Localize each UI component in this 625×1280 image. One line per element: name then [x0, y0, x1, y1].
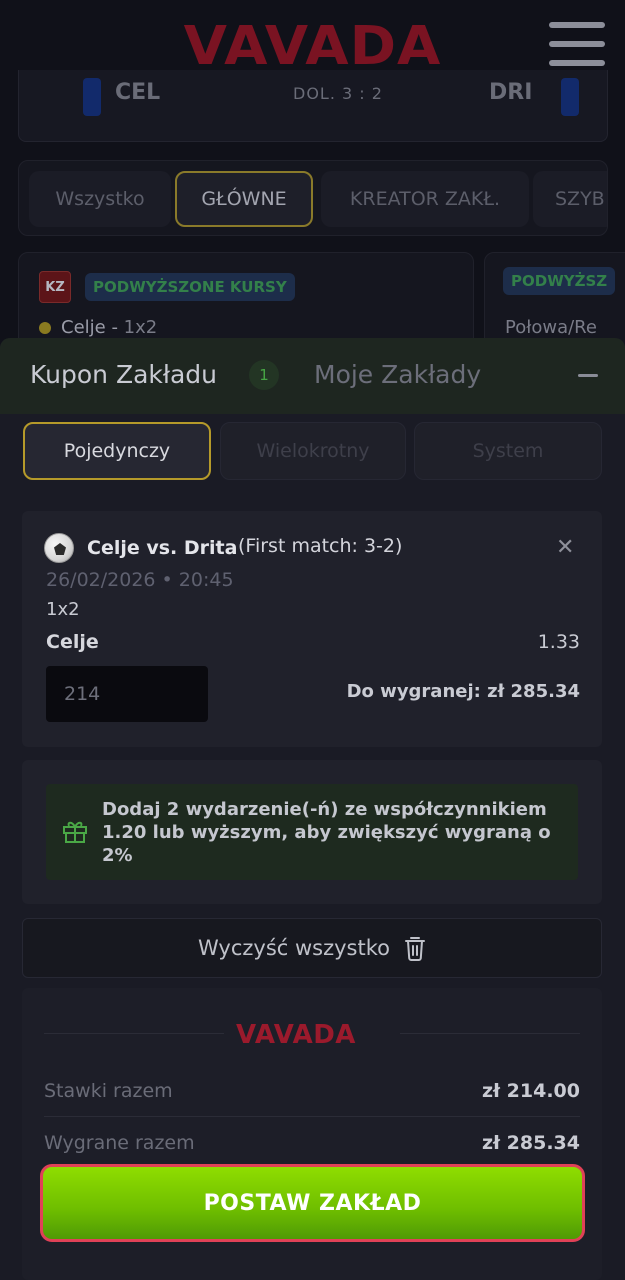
menu-bar	[549, 60, 605, 66]
promo-selection: Połowa/Re	[505, 317, 597, 338]
boosted-odds-tag: PODWYŻSZONE KURSY	[85, 273, 295, 301]
bet-count-badge: 1	[249, 360, 279, 390]
total-stakes-value: zł 214.00	[481, 1080, 580, 1102]
market-filter-bar: Wszystko GŁÓWNE KREATOR ZAKŁ. SZYB	[18, 160, 608, 236]
summary-brand-logo: VAVADA	[236, 1020, 356, 1050]
first-match-note: (First match: 3-2)	[238, 535, 403, 557]
potential-winnings: Do wygranej: zł 285.34	[346, 681, 580, 702]
stake-input[interactable]	[46, 666, 208, 722]
match-score: DOL. 3 : 2	[293, 84, 383, 103]
mode-multiple-button[interactable]: Wielokrotny	[220, 422, 406, 480]
close-icon[interactable]: ✕	[556, 535, 574, 560]
bet-selection: Celje	[46, 631, 99, 653]
place-bet-button[interactable]: POSTAW ZAKŁAD	[40, 1164, 585, 1242]
kz-badge: KZ	[39, 271, 71, 303]
clear-all-label: Wyczyść wszystko	[198, 936, 390, 960]
bonus-message: Dodaj 2 wydarzenie(-ń) ze współczynnikie…	[102, 799, 551, 866]
menu-bar	[549, 22, 605, 28]
promo-card[interactable]: PODWYŻSZ Połowa/Re	[484, 252, 625, 352]
bet-selection-card: Celje vs. Drita (First match: 3-2) ✕ 26/…	[22, 511, 602, 747]
filter-tab-main[interactable]: GŁÓWNE	[175, 171, 313, 227]
bonus-section: Dodaj 2 wydarzenie(-ń) ze współczynnikie…	[22, 760, 602, 904]
bet-slip-header[interactable]: Kupon Zakładu 1 Moje Zakłady	[0, 338, 625, 414]
bet-slip-panel: Kupon Zakładu 1 Moje Zakłady Pojedynczy …	[0, 338, 625, 1280]
total-winnings-label: Wygrane razem	[44, 1132, 195, 1154]
bet-market: 1x2	[46, 599, 80, 620]
mode-single-button[interactable]: Pojedynczy	[23, 422, 211, 480]
divider	[44, 1033, 224, 1034]
soccer-ball-icon	[44, 533, 74, 563]
trash-icon	[404, 937, 425, 961]
home-team-code: CEL	[115, 80, 161, 105]
mode-system-button[interactable]: System	[414, 422, 602, 480]
total-winnings-value: zł 285.34	[481, 1132, 580, 1154]
bet-datetime: 26/02/2026 • 20:45	[46, 569, 234, 591]
minimize-icon[interactable]	[578, 374, 598, 377]
filter-tab-all[interactable]: Wszystko	[29, 171, 171, 227]
bet-odds: 1.33	[537, 631, 580, 653]
status-dot-icon	[39, 322, 51, 334]
promo-card[interactable]: KZ PODWYŻSZONE KURSY Celje - 1x2	[18, 252, 474, 352]
tab-bet-slip[interactable]: Kupon Zakładu	[30, 360, 217, 389]
tab-my-bets[interactable]: Moje Zakłady	[314, 360, 481, 389]
boosted-odds-tag: PODWYŻSZ	[503, 267, 616, 295]
total-stakes-label: Stawki razem	[44, 1080, 173, 1102]
menu-bar	[549, 41, 605, 47]
promo-team: Celje -	[61, 317, 124, 338]
bonus-info-box: Dodaj 2 wydarzenie(-ń) ze współczynnikie…	[46, 784, 578, 880]
away-jersey-icon	[561, 78, 579, 116]
clear-all-button[interactable]: Wyczyść wszystko	[22, 918, 602, 978]
filter-tab-bet-builder[interactable]: KREATOR ZAKŁ.	[321, 171, 529, 227]
promo-market: 1x2	[123, 317, 158, 338]
divider	[400, 1033, 580, 1034]
away-team-code: DRI	[489, 80, 533, 105]
promo-selection: Celje - 1x2	[39, 317, 157, 338]
hamburger-menu-icon[interactable]	[549, 22, 605, 66]
home-jersey-icon	[83, 78, 101, 116]
bet-match-name: Celje vs. Drita	[87, 537, 238, 559]
brand-logo[interactable]: VAVADA	[184, 15, 442, 77]
divider	[44, 1116, 580, 1117]
filter-tab-fast[interactable]: SZYB	[533, 171, 607, 227]
match-header-card: CEL DOL. 3 : 2 DRI	[18, 70, 608, 142]
gift-icon	[63, 821, 87, 843]
